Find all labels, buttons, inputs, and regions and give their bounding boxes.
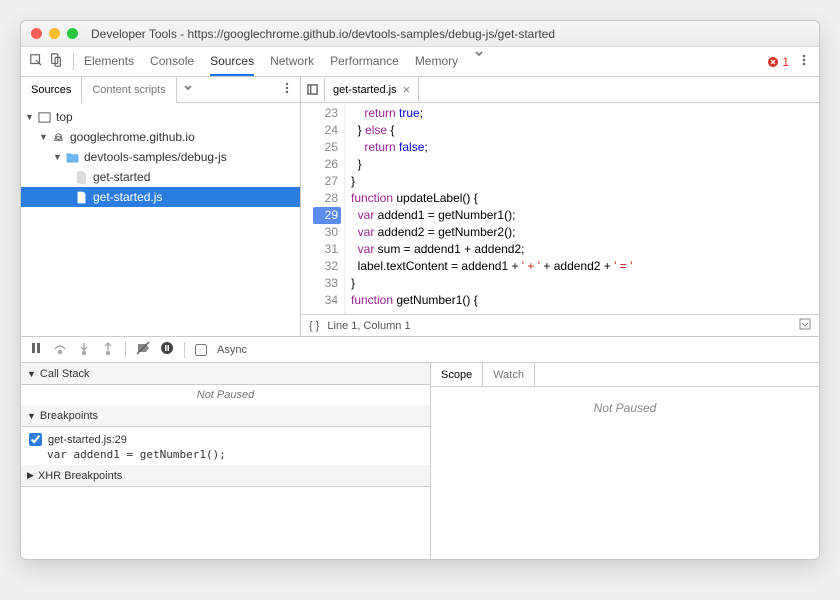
pause-on-exceptions-icon[interactable] <box>160 341 174 358</box>
nav-tab-chevron-icon[interactable] <box>177 83 199 96</box>
close-dot[interactable] <box>31 28 42 39</box>
nav-tab-content-scripts[interactable]: Content scripts <box>82 77 176 103</box>
error-count[interactable]: 1 <box>767 55 789 69</box>
tab-memory[interactable]: Memory <box>415 48 458 75</box>
breakpoint-checkbox[interactable] <box>29 433 42 446</box>
async-checkbox[interactable] <box>195 344 207 356</box>
editor-status-dropdown-icon[interactable] <box>799 318 811 333</box>
tab-network[interactable]: Network <box>270 48 314 75</box>
tab-performance[interactable]: Performance <box>330 48 399 75</box>
tab-watch[interactable]: Watch <box>483 363 535 386</box>
toggle-navigator-icon[interactable] <box>301 78 325 102</box>
tree-folder[interactable]: ▼devtools-samples/debug-js <box>21 147 300 167</box>
editor-tab[interactable]: get-started.js× <box>325 77 419 103</box>
minimize-dot[interactable] <box>49 28 60 39</box>
close-tab-icon[interactable]: × <box>403 82 411 97</box>
device-icon[interactable] <box>49 53 63 70</box>
panel-tabs: Elements Console Sources Network Perform… <box>84 48 757 75</box>
tree-file-html[interactable]: get-started <box>21 167 300 187</box>
cursor-position: Line 1, Column 1 <box>327 320 410 332</box>
breakpoint-code: var addend1 = getNumber1(); <box>29 448 422 461</box>
tab-scope[interactable]: Scope <box>431 363 483 386</box>
window-title: Developer Tools - https://googlechrome.g… <box>91 27 555 41</box>
nav-tab-sources[interactable]: Sources <box>21 77 82 103</box>
debugger-sidebar: ▼Call Stack Not Paused ▼Breakpoints get-… <box>21 363 431 559</box>
file-tree: ▼top ▼googlechrome.github.io ▼devtools-s… <box>21 103 300 336</box>
async-label: Async <box>217 344 247 356</box>
deactivate-breakpoints-icon[interactable] <box>136 341 150 358</box>
nav-kebab-icon[interactable] <box>274 81 300 98</box>
line-gutter[interactable]: 232425262728293031323334 <box>301 103 345 314</box>
titlebar: Developer Tools - https://googlechrome.g… <box>21 21 819 47</box>
step-over-icon[interactable] <box>53 341 67 358</box>
tree-file-js[interactable]: get-started.js <box>21 187 300 207</box>
pause-icon[interactable] <box>29 341 43 358</box>
step-out-icon[interactable] <box>101 341 115 358</box>
tab-console[interactable]: Console <box>150 48 194 75</box>
tab-sources[interactable]: Sources <box>210 48 254 76</box>
debugger-toolbar: Async <box>21 337 819 363</box>
scope-watch-tabs: Scope Watch <box>431 363 819 387</box>
code-editor: get-started.js× 232425262728293031323334… <box>301 77 819 336</box>
tree-domain[interactable]: ▼googlechrome.github.io <box>21 127 300 147</box>
zoom-dot[interactable] <box>67 28 78 39</box>
callstack-header[interactable]: ▼Call Stack <box>21 363 430 385</box>
breakpoint-item[interactable]: get-started.js:29 <box>29 431 422 448</box>
tab-elements[interactable]: Elements <box>84 48 134 75</box>
kebab-icon[interactable] <box>797 53 811 70</box>
breakpoints-header[interactable]: ▼Breakpoints <box>21 405 430 427</box>
navigator-panel: Sources Content scripts ▼top ▼googlechro… <box>21 77 301 336</box>
editor-status: { } Line 1, Column 1 <box>301 314 819 336</box>
callstack-body: Not Paused <box>21 385 430 405</box>
step-into-icon[interactable] <box>77 341 91 358</box>
pretty-print-icon[interactable]: { } <box>309 320 319 332</box>
more-tabs-icon[interactable] <box>474 48 484 75</box>
breakpoints-body: get-started.js:29 var addend1 = getNumbe… <box>21 427 430 465</box>
devtools-window: Developer Tools - https://googlechrome.g… <box>20 20 820 560</box>
main-toolbar: Elements Console Sources Network Perform… <box>21 47 819 77</box>
xhr-breakpoints-header[interactable]: ▶XHR Breakpoints <box>21 465 430 487</box>
source-code[interactable]: return true; } else { return false; }}fu… <box>345 103 638 314</box>
tree-top[interactable]: ▼top <box>21 107 300 127</box>
scope-body: Not Paused <box>431 387 819 559</box>
inspect-icon[interactable] <box>29 53 43 70</box>
